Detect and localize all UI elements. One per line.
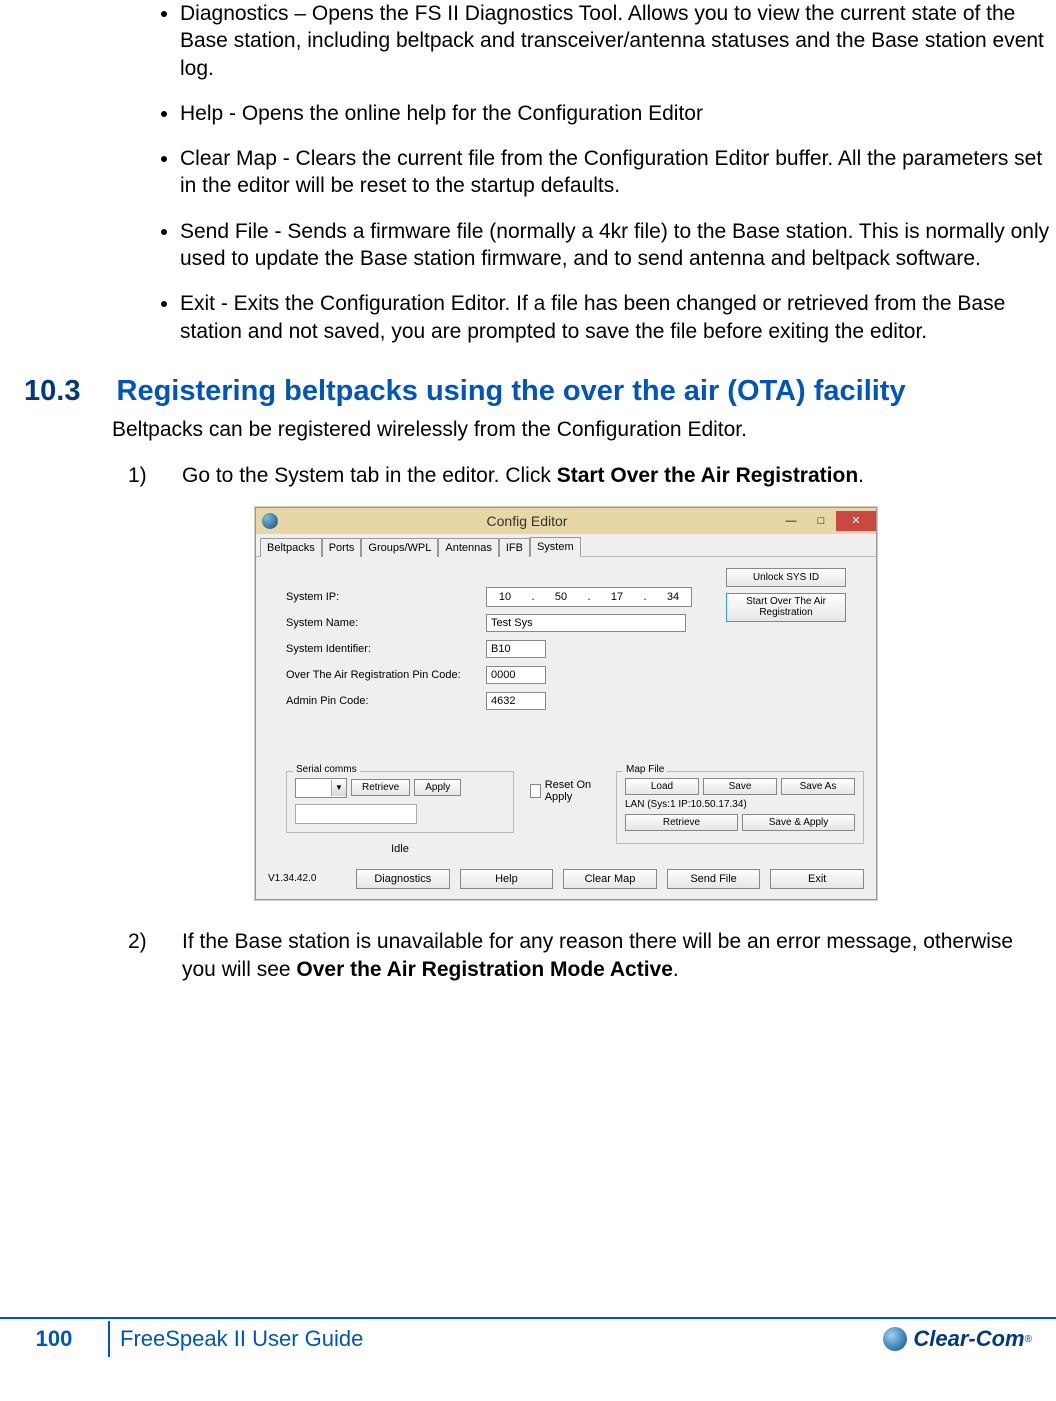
bullet-item: Clear Map - Clears the current file from… bbox=[180, 145, 1056, 200]
map-retrieve-button[interactable]: Retrieve bbox=[625, 814, 738, 831]
window-titlebar: Config Editor — □ ✕ bbox=[256, 508, 876, 534]
map-load-button[interactable]: Load bbox=[625, 778, 699, 795]
minimize-button[interactable]: — bbox=[776, 511, 806, 531]
bullet-item: Help - Opens the online help for the Con… bbox=[180, 100, 1056, 127]
step-number: 1) bbox=[128, 462, 168, 490]
step-1: 1) Go to the System tab in the editor. C… bbox=[128, 462, 1046, 490]
intro-bullet-list: Diagnostics – Opens the FS II Diagnostic… bbox=[0, 0, 1056, 345]
chevron-down-icon: ▼ bbox=[331, 780, 346, 796]
ota-pin-label: Over The Air Registration Pin Code: bbox=[286, 669, 486, 681]
map-save-as-button[interactable]: Save As bbox=[781, 778, 855, 795]
system-identifier-label: System Identifier: bbox=[286, 643, 486, 655]
admin-pin-label: Admin Pin Code: bbox=[286, 695, 486, 707]
section-intro: Beltpacks can be registered wirelessly f… bbox=[112, 416, 1046, 444]
system-ip-input[interactable]: 10. 50. 17. 34 bbox=[486, 587, 692, 607]
tab-system[interactable]: System bbox=[530, 537, 581, 557]
tab-antennas[interactable]: Antennas bbox=[438, 538, 498, 557]
serial-retrieve-button[interactable]: Retrieve bbox=[351, 779, 410, 796]
globe-icon bbox=[883, 1327, 907, 1351]
section-heading: 10.3 Registering beltpacks using the ove… bbox=[24, 375, 1056, 408]
ip-octet-4[interactable]: 34 bbox=[659, 591, 687, 603]
close-button[interactable]: ✕ bbox=[836, 511, 876, 531]
serial-status-field bbox=[295, 804, 417, 824]
help-button[interactable]: Help bbox=[460, 869, 554, 889]
maximize-button[interactable]: □ bbox=[806, 511, 836, 531]
system-ip-label: System IP: bbox=[286, 591, 486, 603]
step-post: . bbox=[858, 464, 864, 487]
footer-title: FreeSpeak II User Guide bbox=[110, 1326, 883, 1352]
reset-on-apply-checkbox[interactable] bbox=[530, 784, 541, 798]
ip-octet-3[interactable]: 17 bbox=[603, 591, 631, 603]
app-icon bbox=[262, 513, 278, 529]
bullet-item: Diagnostics – Opens the FS II Diagnostic… bbox=[180, 0, 1056, 82]
ip-octet-1[interactable]: 10 bbox=[491, 591, 519, 603]
clear-map-button[interactable]: Clear Map bbox=[563, 869, 657, 889]
admin-pin-input[interactable]: 4632 bbox=[486, 692, 546, 710]
system-identifier-input[interactable]: B10 bbox=[486, 640, 546, 658]
window-title: Config Editor bbox=[278, 513, 776, 529]
footer-logo-text: Clear-Com bbox=[913, 1326, 1024, 1352]
step-text: Go to the System tab in the editor. Clic… bbox=[182, 464, 557, 487]
step-post: . bbox=[673, 958, 679, 981]
ota-pin-input[interactable]: 0000 bbox=[486, 666, 546, 684]
registered-mark: ® bbox=[1025, 1334, 1032, 1345]
footer-logo: Clear-Com ® bbox=[883, 1326, 1056, 1352]
config-editor-screenshot: Config Editor — □ ✕ Beltpacks Ports Grou… bbox=[255, 507, 877, 900]
section-title: Registering beltpacks using the over the… bbox=[117, 375, 906, 407]
tab-beltpacks[interactable]: Beltpacks bbox=[260, 538, 322, 557]
tab-bar: Beltpacks Ports Groups/WPL Antennas IFB … bbox=[256, 534, 876, 557]
version-label: V1.34.42.0 bbox=[268, 873, 346, 884]
map-save-button[interactable]: Save bbox=[703, 778, 777, 795]
section-number: 10.3 bbox=[24, 375, 80, 407]
diagnostics-button[interactable]: Diagnostics bbox=[356, 869, 450, 889]
bullet-item: Send File - Sends a firmware file (norma… bbox=[180, 218, 1056, 273]
bullet-item: Exit - Exits the Configuration Editor. I… bbox=[180, 290, 1056, 345]
serial-comms-group: Serial comms ▼ Retrieve Apply bbox=[286, 771, 514, 833]
serial-comms-title: Serial comms bbox=[293, 764, 360, 775]
reset-on-apply-label: Reset On Apply bbox=[545, 779, 600, 803]
serial-port-dropdown[interactable]: ▼ bbox=[295, 778, 347, 798]
tab-ports[interactable]: Ports bbox=[322, 538, 362, 557]
page-footer: 100 FreeSpeak II User Guide Clear-Com ® bbox=[0, 1317, 1056, 1359]
tab-ifb[interactable]: IFB bbox=[499, 538, 530, 557]
system-name-label: System Name: bbox=[286, 617, 486, 629]
serial-idle-status: Idle bbox=[286, 843, 514, 855]
exit-button[interactable]: Exit bbox=[770, 869, 864, 889]
unlock-sys-id-button[interactable]: Unlock SYS ID bbox=[726, 568, 846, 587]
system-name-input[interactable]: Test Sys bbox=[486, 614, 686, 632]
map-file-title: Map File bbox=[623, 764, 667, 775]
send-file-button[interactable]: Send File bbox=[667, 869, 761, 889]
map-save-apply-button[interactable]: Save & Apply bbox=[742, 814, 855, 831]
serial-apply-button[interactable]: Apply bbox=[414, 779, 461, 796]
step-bold: Start Over the Air Registration bbox=[557, 464, 858, 487]
step-number: 2) bbox=[128, 928, 168, 956]
map-file-group: Map File Load Save Save As LAN (Sys:1 IP… bbox=[616, 771, 864, 844]
map-lan-info: LAN (Sys:1 IP:10.50.17.34) bbox=[625, 799, 855, 810]
step-2: 2) If the Base station is unavailable fo… bbox=[128, 928, 1046, 985]
page-number: 100 bbox=[0, 1321, 110, 1357]
tab-groups-wpl[interactable]: Groups/WPL bbox=[361, 538, 438, 557]
ip-octet-2[interactable]: 50 bbox=[547, 591, 575, 603]
step-bold: Over the Air Registration Mode Active bbox=[296, 958, 673, 981]
start-ota-registration-button[interactable]: Start Over The Air Registration bbox=[726, 593, 846, 622]
